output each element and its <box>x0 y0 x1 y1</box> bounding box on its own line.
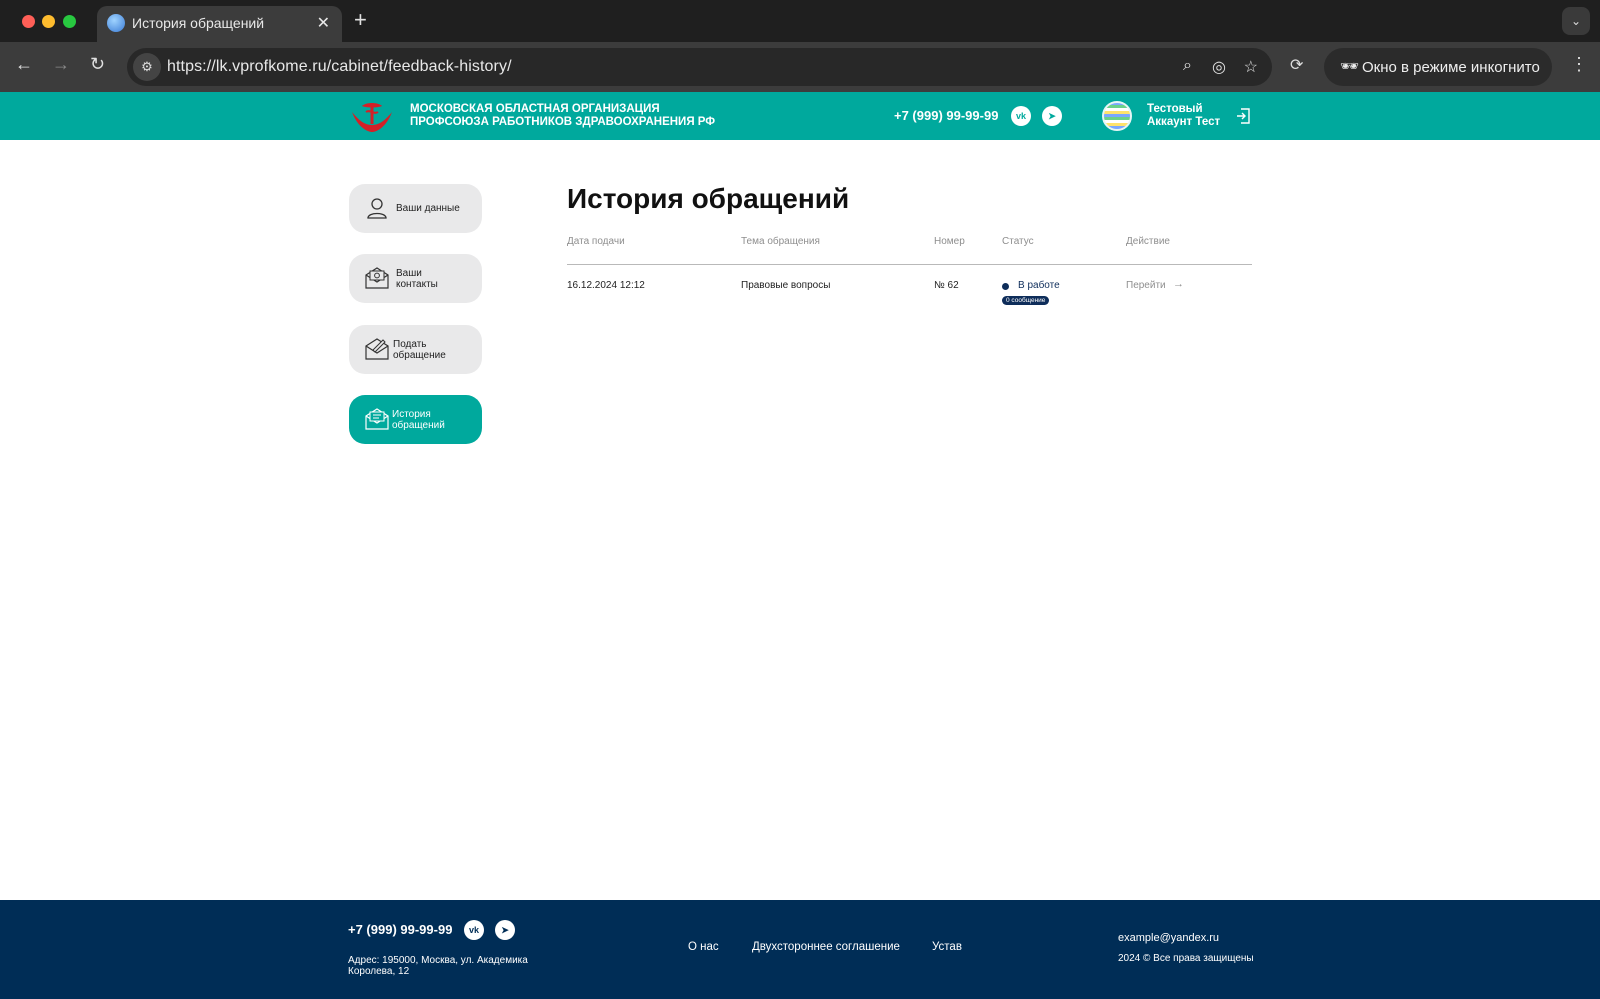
row-number: № 62 <box>934 280 959 291</box>
url-text[interactable]: https://lk.vprofkome.ru/cabinet/feedback… <box>167 58 512 76</box>
column-header-date: Дата подачи <box>567 236 625 247</box>
eye-off-icon[interactable]: ◎ <box>1212 57 1226 77</box>
incognito-label: Окно в режиме инкогнито <box>1362 59 1540 76</box>
footer-telegram-icon[interactable]: ➤ <box>495 920 515 940</box>
footer-address: Адрес: 195000, Москва, ул. Академика Кор… <box>348 955 528 977</box>
favicon-icon <box>107 14 125 32</box>
logout-icon[interactable] <box>1236 108 1250 124</box>
extension-icon[interactable]: ⟳ <box>1290 55 1303 75</box>
page-title: История обращений <box>567 183 850 214</box>
header-phone[interactable]: +7 (999) 99-99-99 <box>894 108 998 123</box>
row-date: 16.12.2024 12:12 <box>567 280 645 291</box>
sidebar-item-label: Ваши контакты <box>396 268 438 290</box>
forward-arrow-icon[interactable]: → <box>52 54 70 74</box>
maximize-window-button[interactable] <box>63 15 76 28</box>
sidebar-item-request-history[interactable]: История обращений <box>349 395 482 444</box>
site-info-icon[interactable]: ⚙ <box>133 53 161 81</box>
incognito-indicator[interactable]: 🕶︎ Окно в режиме инкогнито <box>1324 48 1552 86</box>
page: Московская областная организация профсою… <box>0 92 1600 999</box>
row-topic: Правовые вопросы <box>741 280 831 291</box>
footer-link-charter[interactable]: Устав <box>932 941 962 953</box>
column-header-number: Номер <box>934 236 965 247</box>
footer-copyright: 2024 © Все права защищены <box>1118 953 1254 964</box>
browser-tabbar: История обращений ✕ + ⌄ <box>0 0 1600 42</box>
tab-close-icon[interactable]: ✕ <box>317 13 330 33</box>
footer-email[interactable]: example@yandex.ru <box>1118 932 1219 944</box>
browser-menu-icon[interactable]: ⋮ <box>1570 54 1588 75</box>
vk-icon[interactable]: vk <box>1011 106 1031 126</box>
browser-tab[interactable]: История обращений ✕ <box>97 6 342 42</box>
bookmark-star-icon[interactable]: ☆ <box>1244 57 1258 77</box>
zoom-icon[interactable]: ⌕ <box>1183 57 1192 75</box>
tab-search-chevron-icon[interactable]: ⌄ <box>1562 7 1590 35</box>
envelope-at-icon <box>365 267 389 289</box>
minimize-window-button[interactable] <box>42 15 55 28</box>
arrow-right-icon[interactable]: → <box>1173 278 1184 290</box>
column-header-status: Статус <box>1002 236 1034 247</box>
reload-icon[interactable]: ↻ <box>90 54 105 74</box>
user-icon <box>367 198 387 219</box>
sidebar-item-your-data[interactable]: Ваши данные <box>349 184 482 233</box>
status-badge: В работе <box>1018 280 1060 291</box>
footer-link-about[interactable]: О нас <box>688 941 719 953</box>
envelope-history-icon <box>365 408 389 430</box>
footer-vk-icon[interactable]: vk <box>464 920 484 940</box>
column-header-topic: Тема обращения <box>741 236 820 247</box>
new-tab-button[interactable]: + <box>354 9 367 31</box>
sidebar-item-your-contacts[interactable]: Ваши контакты <box>349 254 482 303</box>
message-count-badge: 0 сообщение <box>1002 296 1050 305</box>
back-arrow-icon[interactable]: ← <box>15 54 33 74</box>
status-dot-icon <box>1002 283 1009 290</box>
account-name[interactable]: Тестовый Аккаунт Тест <box>1147 103 1237 129</box>
tab-title: История обращений <box>132 15 265 31</box>
sidebar-item-submit-request[interactable]: Подать обращение <box>349 325 482 374</box>
footer-link-agreement[interactable]: Двухстороннее соглашение <box>752 941 900 953</box>
go-to-request-link[interactable]: Перейти <box>1126 280 1166 291</box>
column-header-action: Действие <box>1126 236 1170 247</box>
address-bar[interactable]: ⚙ https://lk.vprofkome.ru/cabinet/feedba… <box>127 48 1272 86</box>
incognito-icon: 🕶︎ <box>1340 58 1360 75</box>
site-footer: +7 (999) 99-99-99 vk ➤ Адрес: 195000, Мо… <box>0 900 1600 999</box>
site-header: Московская областная организация профсою… <box>0 92 1600 140</box>
footer-phone[interactable]: +7 (999) 99-99-99 <box>348 922 452 937</box>
sidebar-item-label: Ваши данные <box>396 203 460 214</box>
sidebar-item-label: Подать обращение <box>393 339 446 361</box>
organization-name[interactable]: Московская областная организация профсою… <box>410 103 715 129</box>
avatar[interactable] <box>1102 101 1132 131</box>
telegram-icon[interactable]: ➤ <box>1042 106 1062 126</box>
sidebar-item-label: История обращений <box>392 409 445 431</box>
organization-logo-icon[interactable] <box>348 98 396 134</box>
close-window-button[interactable] <box>22 15 35 28</box>
envelope-pen-icon <box>365 338 389 360</box>
table-header-divider <box>567 264 1252 265</box>
